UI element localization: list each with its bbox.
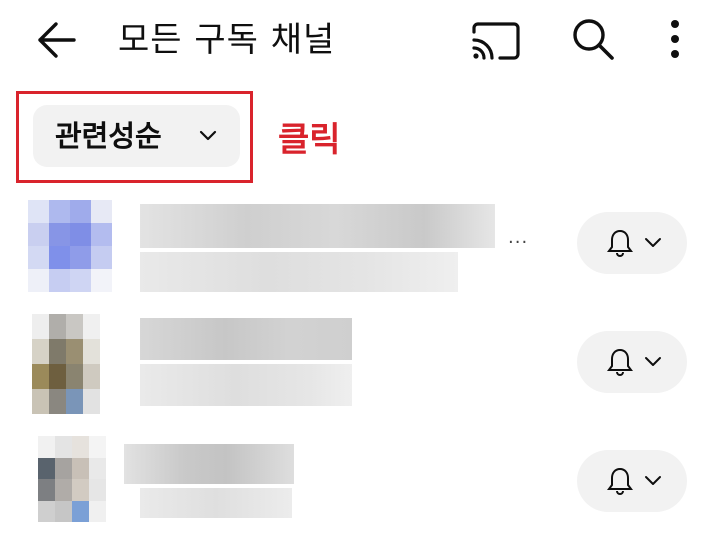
channel-subtitle-blurred	[140, 488, 292, 518]
channel-name-blurred	[124, 444, 294, 484]
bell-icon	[607, 229, 633, 257]
cast-icon[interactable]	[470, 16, 522, 64]
channel-name-blurred	[140, 318, 352, 360]
bell-icon	[607, 348, 633, 376]
notification-button[interactable]	[577, 331, 687, 393]
channel-avatar	[32, 314, 100, 414]
sort-dropdown-button[interactable]: 관련성순	[33, 105, 240, 167]
more-vert-icon[interactable]	[660, 14, 690, 64]
top-app-bar: 모든 구독 채널	[0, 0, 720, 80]
annotation-label: 클릭	[278, 120, 341, 160]
notification-button[interactable]	[577, 212, 687, 274]
channel-subtitle-blurred	[140, 364, 352, 406]
chevron-down-icon	[645, 238, 661, 247]
sort-label: 관련성순	[55, 119, 162, 153]
arrow-left-icon[interactable]	[34, 18, 78, 62]
bell-icon	[607, 467, 633, 495]
channel-subtitle-blurred	[140, 252, 458, 292]
page-title: 모든 구독 채널	[118, 20, 336, 60]
chevron-down-icon	[199, 130, 217, 141]
search-icon[interactable]	[568, 14, 618, 64]
channel-row[interactable]	[0, 200, 720, 310]
channel-name-blurred	[140, 204, 495, 248]
channel-row[interactable]	[0, 310, 720, 420]
chevron-down-icon	[645, 357, 661, 366]
channel-avatar	[38, 436, 106, 522]
channel-avatar	[28, 200, 112, 292]
chevron-down-icon	[645, 476, 661, 485]
ellipsis-icon: ···	[508, 232, 529, 253]
channel-row[interactable]	[0, 428, 720, 538]
notification-button[interactable]	[577, 450, 687, 512]
